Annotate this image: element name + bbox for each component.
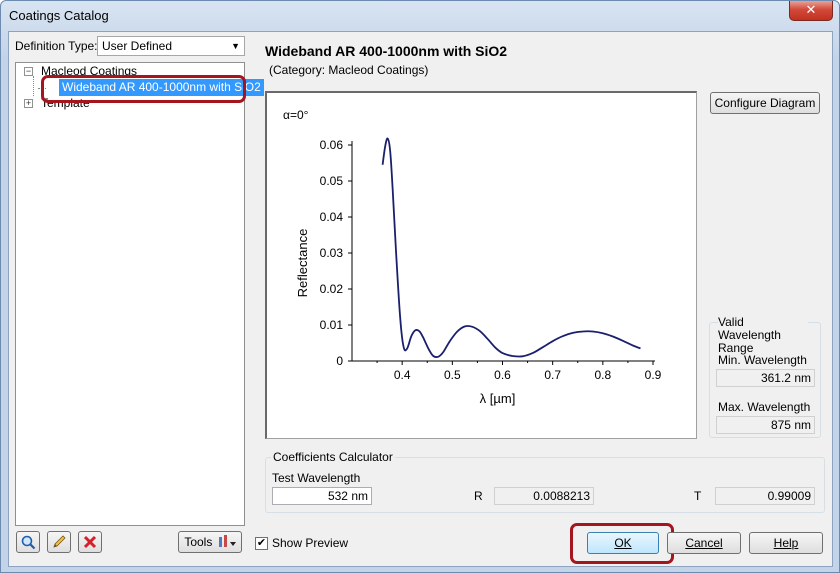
x-tick-label: 0.6 — [494, 368, 511, 382]
search-button[interactable] — [16, 531, 40, 553]
max-wavelength-label: Max. Wavelength — [718, 400, 811, 414]
y-tick-label: 0 — [336, 354, 343, 368]
test-wavelength-input[interactable]: 532 nm — [272, 487, 372, 505]
y-tick-label: 0.03 — [320, 246, 344, 260]
coefficients-group: Coefficients Calculator Test Wavelength … — [265, 450, 825, 513]
t-label: T — [694, 489, 702, 503]
tools-icon — [218, 535, 236, 547]
test-wavelength-value: 532 — [327, 489, 348, 503]
search-icon — [21, 535, 36, 550]
min-wavelength-value: 361.2 — [760, 371, 791, 385]
x-axis-label: λ [µm] — [480, 391, 516, 406]
title-bar[interactable]: Coatings Catalog ✕ — [1, 1, 839, 31]
cancel-button[interactable]: Cancel — [667, 532, 741, 554]
valid-range-title: Valid Wavelength Range — [718, 316, 808, 355]
angle-annotation: α=0° — [283, 108, 309, 122]
y-tick-label: 0.02 — [320, 282, 344, 296]
valid-range-group: Valid Wavelength Range Min. Wavelength 3… — [709, 316, 821, 438]
y-tick-label: 0.04 — [320, 210, 344, 224]
definition-type-dropdown[interactable]: User Defined ▼ — [97, 36, 245, 56]
r-value-field: 0.0088213 — [494, 487, 594, 505]
edit-button[interactable] — [47, 531, 71, 553]
cancel-label: Cancel — [685, 536, 723, 550]
help-button[interactable]: Help — [749, 532, 823, 554]
show-preview-label: Show Preview — [272, 536, 349, 550]
pencil-icon — [53, 535, 66, 548]
configure-diagram-label: Configure Diagram — [714, 96, 816, 110]
definition-type-label: Definition Type: — [15, 39, 98, 53]
configure-diagram-button[interactable]: Configure Diagram — [710, 92, 820, 114]
plus-expander-icon[interactable]: + — [24, 99, 33, 108]
minus-expander-icon[interactable]: − — [24, 67, 33, 76]
y-axis-label: Reflectance — [295, 229, 310, 298]
close-button[interactable]: ✕ — [789, 1, 833, 21]
test-wavelength-label: Test Wavelength — [272, 471, 361, 485]
coating-title: Wideband AR 400-1000nm with SiO2 — [265, 43, 508, 59]
r-label: R — [474, 489, 483, 503]
highlight-ok-button — [570, 523, 674, 564]
highlight-selected-node — [41, 75, 246, 103]
checkmark-icon: ✔ — [256, 537, 267, 549]
test-wavelength-unit: nm — [351, 489, 368, 503]
max-wavelength-unit: nm — [794, 418, 811, 432]
tree-connector — [33, 76, 34, 96]
x-tick-label: 0.9 — [645, 368, 662, 382]
x-tick-label: 0.4 — [394, 368, 411, 382]
preview-panel: 0 0.01 0.02 0.03 0.04 0.05 0.06 0.4 0.5 0.6 0.7 0.8… — [265, 91, 697, 439]
y-tick-label: 0.01 — [320, 318, 344, 332]
min-wavelength-label: Min. Wavelength — [718, 353, 807, 367]
x-tick-label: 0.7 — [544, 368, 561, 382]
r-value: 0.0088213 — [533, 489, 590, 503]
coatings-tree[interactable]: − Macleod Coatings + Template — [15, 62, 245, 526]
coating-category: (Category: Macleod Coatings) — [269, 63, 429, 77]
min-wavelength-unit: nm — [794, 371, 811, 385]
y-tick-label: 0.06 — [320, 138, 344, 152]
max-wavelength-field: 875 nm — [716, 416, 815, 434]
y-tick-label: 0.05 — [320, 174, 344, 188]
max-wavelength-value: 875 — [770, 418, 791, 432]
x-tick-label: 0.5 — [444, 368, 461, 382]
close-icon: ✕ — [805, 2, 817, 17]
delete-x-icon — [83, 535, 97, 549]
coatings-catalog-window: Coatings Catalog ✕ Definition Type: User… — [0, 0, 840, 573]
t-value: 0.99009 — [767, 489, 811, 503]
tools-label: Tools — [184, 535, 213, 549]
coefficients-title: Coefficients Calculator — [271, 450, 395, 464]
tools-button[interactable]: Tools — [178, 531, 242, 553]
window-title: Coatings Catalog — [9, 8, 109, 23]
dropdown-arrow-icon: ▼ — [231, 41, 240, 51]
reflectance-chart: 0 0.01 0.02 0.03 0.04 0.05 0.06 0.4 0.5 0.6 0.7 0.8… — [283, 108, 662, 406]
min-wavelength-field: 361.2 nm — [716, 369, 815, 387]
definition-type-value: User Defined — [102, 39, 173, 53]
show-preview-checkbox[interactable]: ✔ — [255, 537, 268, 550]
x-tick-label: 0.8 — [594, 368, 611, 382]
delete-button[interactable] — [78, 531, 102, 553]
t-value-field: 0.99009 — [715, 487, 815, 505]
dialog-client-area: Definition Type: User Defined ▼ − Macleo… — [8, 31, 833, 567]
help-label: Help — [773, 536, 799, 550]
reflectance-series-line — [381, 137, 641, 358]
